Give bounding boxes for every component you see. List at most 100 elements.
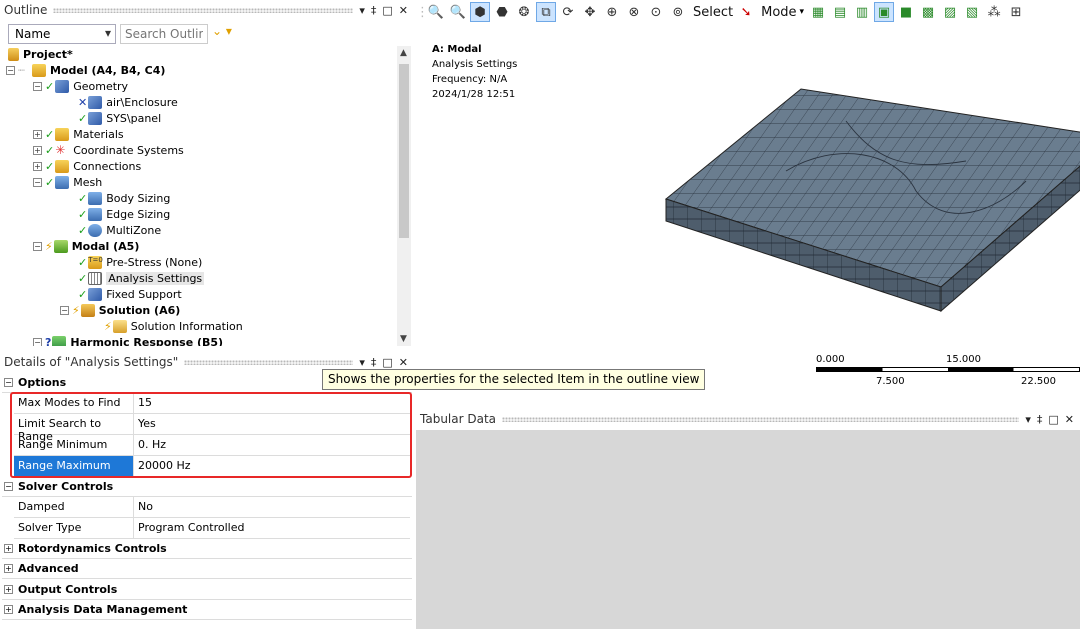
group-output-controls[interactable]: + Output Controls xyxy=(2,580,412,600)
pin-icon[interactable]: ‡ xyxy=(1037,413,1043,426)
tree-node-fixed-support[interactable]: ✓ Fixed Support xyxy=(78,286,182,302)
expand-toggle[interactable]: + xyxy=(33,129,42,139)
filter-type-select[interactable]: Name ▾ xyxy=(8,24,116,44)
group-advanced[interactable]: + Advanced xyxy=(2,559,412,579)
tree-node-multizone[interactable]: ✓ MultiZone xyxy=(78,222,161,238)
expand-toggle[interactable]: + xyxy=(4,585,13,594)
tree-node-edge-sizing[interactable]: ✓ Edge Sizing xyxy=(78,206,170,222)
row-damped[interactable]: Damped No xyxy=(14,497,410,518)
wireframe-icon[interactable]: ⬣ xyxy=(492,2,512,22)
close-icon[interactable]: ✕ xyxy=(1065,413,1074,426)
pane-grip[interactable] xyxy=(53,7,354,13)
group-solver-controls[interactable]: − Solver Controls xyxy=(2,477,412,497)
tree-node-solution[interactable]: − ⚡ Solution (A6) xyxy=(60,302,180,318)
dropdown-icon[interactable]: ▾ xyxy=(359,356,365,369)
graphics-viewport[interactable]: A: Modal Analysis Settings Frequency: N/… xyxy=(416,26,1080,406)
collapse-toggle[interactable]: − xyxy=(4,482,13,491)
close-icon[interactable]: ✕ xyxy=(399,356,408,369)
tabular-window-controls: ▾ ‡ □ ✕ xyxy=(1025,413,1080,426)
box-select-icon[interactable]: ⧉ xyxy=(536,2,556,22)
maximize-icon[interactable]: □ xyxy=(382,356,392,369)
extend-icon[interactable]: ⊞ xyxy=(1006,2,1026,22)
select-label[interactable]: Select xyxy=(693,5,733,20)
tree-node-project[interactable]: Project* xyxy=(8,46,73,62)
scrollbar-thumb[interactable] xyxy=(399,64,409,238)
tree-node-enclosure[interactable]: ✕ air\Enclosure xyxy=(78,94,178,110)
tree-node-panel[interactable]: ✓ SYS\panel xyxy=(78,110,161,126)
tree-node-geometry[interactable]: − ✓ Geometry xyxy=(33,78,128,94)
zoom-to-fit-icon[interactable]: ⊙ xyxy=(646,2,666,22)
dropdown-icon[interactable]: ▾ xyxy=(359,4,365,17)
solid-view-icon[interactable]: ⬢ xyxy=(470,2,490,22)
tree-node-materials[interactable]: + ✓ Materials xyxy=(33,126,124,142)
tree-node-mesh[interactable]: − ✓ Mesh xyxy=(33,174,102,190)
expand-toggle[interactable]: + xyxy=(33,161,42,171)
pin-icon[interactable]: ‡ xyxy=(371,4,377,17)
group-analysis-data-management[interactable]: + Analysis Data Management xyxy=(2,600,412,620)
group-rotordynamics[interactable]: + Rotordynamics Controls xyxy=(2,539,412,559)
chevron-down-icon[interactable]: ▾ xyxy=(800,7,805,17)
tree-node-pre-stress[interactable]: ✓ T=0 Pre-Stress (None) xyxy=(78,254,202,270)
mesh-model[interactable] xyxy=(646,81,1080,321)
expand-toggle[interactable]: + xyxy=(33,145,42,155)
row-key: Damped xyxy=(14,497,134,517)
tree-node-coordinate-systems[interactable]: + ✓ ✳ Coordinate Systems xyxy=(33,142,184,158)
tree-node-modal[interactable]: − ⚡ Modal (A5) xyxy=(33,238,139,254)
collapse-toggle[interactable]: − xyxy=(33,241,42,251)
select-body-icon[interactable]: ▣ xyxy=(874,2,895,22)
select-mesh-icon[interactable]: ▧ xyxy=(962,2,982,22)
rotate-icon[interactable]: ⟳ xyxy=(558,2,578,22)
collapse-toggle[interactable]: − xyxy=(33,337,42,346)
select-edge-icon[interactable]: ▤ xyxy=(830,2,850,22)
tree-node-body-sizing[interactable]: ✓ Body Sizing xyxy=(78,190,170,206)
row-value[interactable]: No xyxy=(134,497,410,517)
scroll-up-icon[interactable]: ▲ xyxy=(400,48,407,58)
analysis-settings-icon xyxy=(88,271,103,285)
zoom-fit-icon[interactable]: 🔍 xyxy=(426,2,446,22)
pane-grip[interactable] xyxy=(184,359,354,365)
tree-node-model[interactable]: − ┈ Model (A4, B4, C4) xyxy=(6,62,165,78)
select-element-icon[interactable]: ▨ xyxy=(940,2,960,22)
check-icon: ✓ xyxy=(45,127,55,141)
row-value[interactable]: Program Controlled xyxy=(134,518,410,538)
collapse-toggle[interactable]: − xyxy=(33,177,42,187)
select-node-icon[interactable]: ■ xyxy=(896,2,916,22)
maximize-icon[interactable]: □ xyxy=(382,4,392,17)
expand-options-icon[interactable]: ⌄ ▾ xyxy=(212,24,232,38)
show-vertices-icon[interactable]: ❂ xyxy=(514,2,534,22)
collapse-toggle[interactable]: − xyxy=(6,65,15,75)
zoom-box-icon[interactable]: ⊗ xyxy=(624,2,644,22)
tree-node-connections[interactable]: + ✓ Connections xyxy=(33,158,141,174)
maximize-icon[interactable]: □ xyxy=(1048,413,1058,426)
select-face-icon[interactable]: ▥ xyxy=(852,2,872,22)
check-icon: ✓ xyxy=(45,175,55,189)
expand-toggle[interactable]: + xyxy=(4,564,13,573)
tree-node-solution-information[interactable]: ⚡ Solution Information xyxy=(104,318,243,334)
pan-icon[interactable]: ✥ xyxy=(580,2,600,22)
scale-label: 15.000 xyxy=(946,354,981,365)
mode-dropdown[interactable]: Mode xyxy=(761,5,796,20)
zoom-icon[interactable]: 🔍 xyxy=(448,2,468,22)
collapse-toggle[interactable]: − xyxy=(60,305,69,315)
pin-icon[interactable]: ‡ xyxy=(371,356,377,369)
select-vertex-icon[interactable]: ▦ xyxy=(808,2,828,22)
outline-scrollbar[interactable]: ▲ ▼ xyxy=(397,46,411,346)
search-outline-input[interactable] xyxy=(120,24,208,44)
pointer-icon[interactable]: ➘ xyxy=(736,2,756,22)
magnifier-icon[interactable]: ⊚ xyxy=(668,2,688,22)
select-element-face-icon[interactable]: ▩ xyxy=(918,2,938,22)
expand-toggle[interactable]: + xyxy=(4,544,13,553)
collapse-toggle[interactable]: − xyxy=(4,378,13,387)
tree-node-analysis-settings[interactable]: ✓ Analysis Settings xyxy=(78,270,205,286)
pane-grip[interactable] xyxy=(502,416,1020,422)
group-label: Analysis Data Management xyxy=(18,603,188,616)
scroll-down-icon[interactable]: ▼ xyxy=(400,334,407,344)
close-icon[interactable]: ✕ xyxy=(399,4,408,17)
expand-toggle[interactable]: + xyxy=(4,605,13,614)
collapse-toggle[interactable]: − xyxy=(33,81,42,91)
coordinate-icon[interactable]: ⁂ xyxy=(984,2,1004,22)
dropdown-icon[interactable]: ▾ xyxy=(1025,413,1031,426)
zoom-in-icon[interactable]: ⊕ xyxy=(602,2,622,22)
tree-node-harmonic-response[interactable]: − ? Harmonic Response (B5) xyxy=(33,334,223,346)
row-solver-type[interactable]: Solver Type Program Controlled xyxy=(14,518,410,539)
